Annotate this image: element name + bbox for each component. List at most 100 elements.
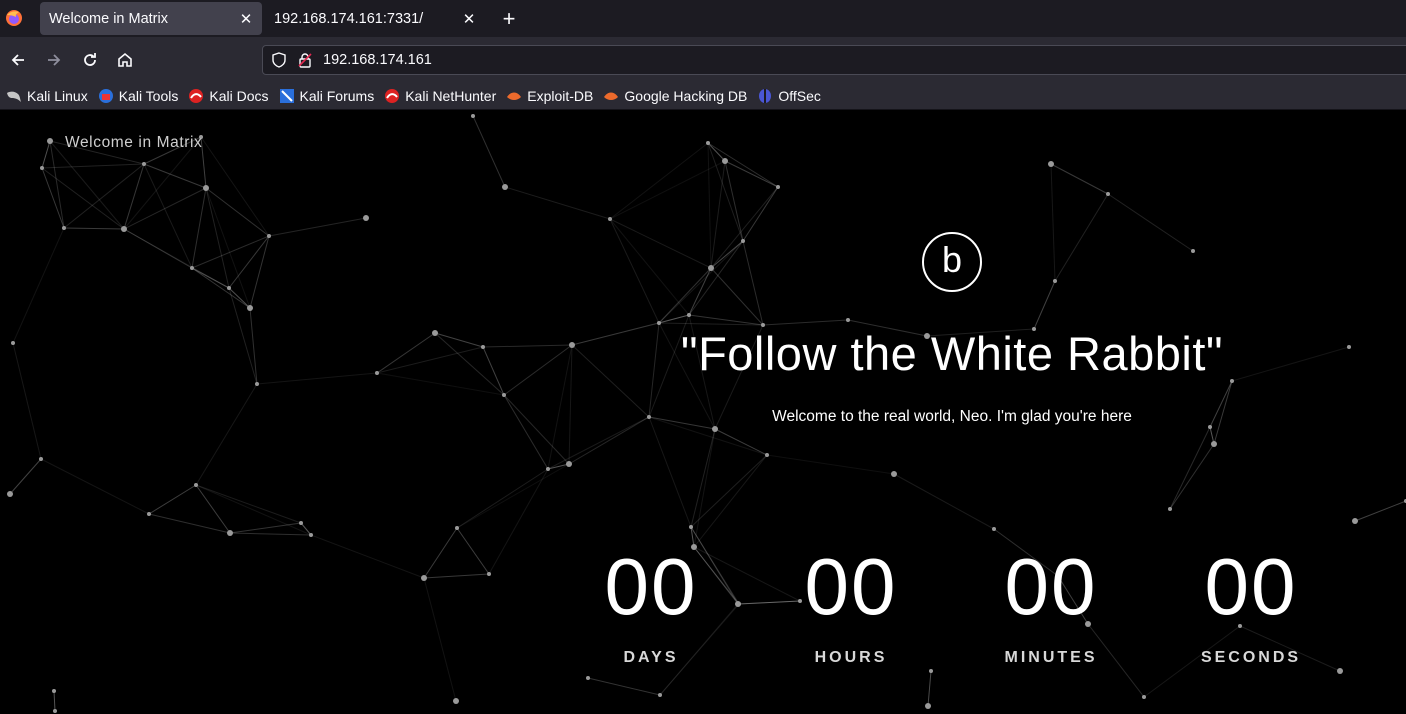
page-content: Welcome in Matrix b "Follow the White Ra… [0, 111, 1406, 714]
particle-link [1050, 163, 1109, 195]
countdown-hours: 00 HOURS [771, 547, 931, 667]
bookmark-label: Kali Docs [209, 87, 269, 104]
particle-link [148, 484, 197, 515]
tab-welcome-in-matrix[interactable]: Welcome in Matrix ✕ [40, 2, 262, 35]
particle-link [49, 140, 125, 230]
particle-link [893, 473, 995, 530]
particle-link [376, 332, 436, 374]
bookmark-kali-nethunter[interactable]: Kali NetHunter [384, 88, 496, 104]
particle-dot [375, 371, 379, 375]
site-name[interactable]: Welcome in Matrix [65, 134, 202, 152]
bookmark-google-hacking-db[interactable]: Google Hacking DB [603, 88, 747, 104]
particle-link [12, 227, 65, 344]
back-arrow-icon [11, 54, 24, 66]
countdown-unit: DAYS [623, 649, 679, 666]
firefox-icon[interactable] [4, 8, 24, 28]
particle-link [376, 372, 505, 396]
bookmark-kali-forums[interactable]: Kali Forums [279, 87, 375, 104]
particle-dot [363, 215, 369, 221]
particle-dot [40, 166, 44, 170]
bookmark-kali-docs[interactable]: Kali Docs [188, 87, 269, 104]
particle-link [690, 428, 716, 528]
particle-link [191, 267, 230, 289]
particle-dot [647, 415, 651, 419]
particle-dot [62, 226, 66, 230]
tab-title: Welcome in Matrix [49, 10, 168, 27]
particle-dot [299, 521, 303, 525]
particle-link [256, 372, 378, 385]
particle-dot [658, 693, 662, 697]
particle-dot [992, 527, 996, 531]
particle-dot [776, 185, 780, 189]
tab-port-7331[interactable]: 192.168.174.161:7331/ ✕ [265, 2, 485, 35]
particle-link [1054, 193, 1109, 282]
particle-dot [47, 138, 53, 144]
url-bar[interactable]: 192.168.174.161 [262, 45, 1406, 75]
countdown-seconds: 00 SECONDS [1171, 547, 1331, 667]
particle-dot [142, 162, 146, 166]
countdown-minutes: 00 MINUTES [971, 547, 1131, 667]
particle-link [53, 690, 56, 712]
bookmark-offsec[interactable]: OffSec [757, 88, 821, 104]
home-icon [118, 52, 132, 67]
particle-dot [712, 426, 718, 432]
tab-title: 192.168.174.161:7331/ [274, 10, 424, 27]
bookmark-label: Exploit-DB [527, 87, 594, 104]
kali-dragon-icon [7, 91, 21, 102]
particle-dot [1106, 192, 1110, 196]
particle-link [482, 344, 573, 348]
countdown-unit: HOURS [814, 649, 888, 666]
back-button[interactable] [5, 47, 31, 73]
bookmark-exploit-db[interactable]: Exploit-DB [506, 88, 593, 104]
particle-link [568, 344, 573, 465]
particle-dot [569, 342, 575, 348]
bookmark-kali-linux[interactable]: Kali Linux [6, 88, 88, 104]
particle-link [710, 186, 779, 269]
particle-dot [487, 572, 491, 576]
particle-link [41, 167, 65, 229]
particle-link [568, 416, 650, 465]
logo-badge: b [922, 232, 982, 292]
particle-link [1033, 280, 1056, 330]
particle-link [690, 454, 768, 528]
particle-dot [689, 525, 693, 529]
bookmark-label: Kali Forums [299, 87, 375, 104]
particle-link [482, 346, 505, 396]
particle-dot [190, 266, 194, 270]
bookmark-kali-tools[interactable]: Kali Tools [98, 87, 179, 104]
particle-link [710, 267, 764, 326]
particle-dot [471, 114, 475, 118]
particle-link [268, 217, 367, 237]
particle-link [571, 344, 650, 418]
particle-dot [1347, 345, 1351, 349]
insecure-lock-icon[interactable] [297, 52, 313, 68]
particle-link [504, 186, 611, 220]
particle-dot [255, 382, 259, 386]
particle-link [707, 142, 712, 269]
shield-icon[interactable] [271, 52, 287, 68]
reload-button[interactable] [77, 47, 103, 73]
particle-dot [52, 689, 56, 693]
particle-dot [267, 234, 271, 238]
particle-link [693, 428, 716, 548]
new-tab-button[interactable]: + [496, 6, 522, 32]
particle-dot [432, 330, 438, 336]
close-icon[interactable]: ✕ [234, 7, 258, 31]
particle-dot [1168, 507, 1172, 511]
particle-link [707, 142, 744, 242]
particle-dot [722, 158, 728, 164]
particle-link [724, 160, 779, 188]
particle-link [609, 218, 712, 269]
particle-link [609, 218, 660, 324]
home-button[interactable] [112, 47, 138, 73]
particle-dot [502, 393, 506, 397]
particle-dot [657, 321, 661, 325]
kali-docs-icon [189, 88, 204, 103]
close-icon[interactable]: ✕ [457, 7, 481, 31]
particle-link [148, 513, 231, 534]
forward-button[interactable] [41, 47, 67, 73]
particle-link [63, 227, 125, 230]
particle-dot [203, 185, 209, 191]
bookmark-label: Kali Tools [118, 87, 179, 104]
ghdb-icon [604, 92, 619, 100]
